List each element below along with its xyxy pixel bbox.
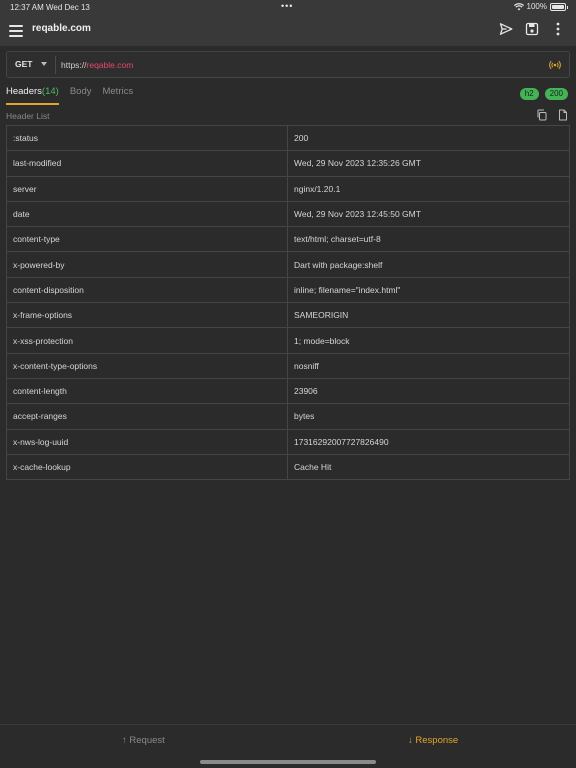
tab-headers[interactable]: Headers(14) — [6, 86, 59, 105]
menu-icon[interactable] — [9, 22, 23, 38]
header-list-title: Header List — [6, 111, 50, 121]
app-bar-actions — [498, 21, 566, 37]
status-badges: h2 200 — [519, 88, 568, 100]
table-row[interactable]: date Wed, 29 Nov 2023 12:45:50 GMT — [7, 201, 569, 228]
table-row[interactable]: x-frame-options SAMEORIGIN — [7, 303, 569, 329]
header-value: 17316292007727826490 — [294, 436, 389, 447]
request-tab[interactable]: ↑ Request — [122, 735, 165, 746]
header-key: x-content-type-options — [7, 353, 288, 378]
header-table: :status 200 last-modified Wed, 29 Nov 2023 … — [6, 125, 570, 481]
header-value: nginx/1.20.1 — [294, 183, 341, 194]
header-key: x-xss-protection — [7, 328, 288, 353]
tab-body-label: Body — [69, 86, 92, 97]
header-key: :status — [7, 126, 288, 151]
table-row[interactable]: content-length 23906 — [7, 378, 569, 405]
header-key: content-length — [7, 378, 288, 404]
url-bar: GET https://reqable.com — [6, 51, 570, 78]
file-icon[interactable] — [557, 109, 569, 121]
header-key: x-powered-by — [7, 252, 288, 277]
header-value: text/html; charset=utf-8 — [294, 234, 381, 245]
table-row[interactable]: :status 200 — [7, 126, 569, 152]
header-key: x-frame-options — [7, 303, 288, 328]
url-scheme: https:// — [61, 60, 87, 70]
header-value: bytes — [294, 411, 315, 422]
header-value: 23906 — [294, 386, 318, 397]
copy-icon[interactable] — [536, 109, 548, 121]
header-key: server — [7, 176, 288, 201]
battery-icon — [550, 2, 568, 11]
header-key: accept-ranges — [7, 404, 288, 429]
table-row[interactable]: server nginx/1.20.1 — [7, 176, 569, 202]
tab-headers-label: Headers — [6, 86, 42, 97]
header-key: last-modified — [7, 151, 288, 176]
app-bar: reqable.com — [0, 14, 576, 46]
multitasking-dots[interactable]: ••• — [281, 1, 293, 11]
header-key: date — [7, 201, 288, 227]
status-right: 100% — [513, 2, 568, 11]
page-title: reqable.com — [32, 23, 91, 34]
wifi-icon — [513, 2, 524, 10]
battery-percent: 100% — [526, 2, 547, 11]
table-row[interactable]: x-xss-protection 1; mode=block — [7, 328, 569, 354]
tab-body[interactable]: Body — [70, 86, 92, 104]
method-select[interactable]: GET — [15, 59, 48, 69]
tab-headers-count: (14) — [41, 86, 59, 97]
header-value: 200 — [294, 133, 309, 144]
websocket-signal-icon[interactable] — [549, 59, 561, 71]
url-input[interactable]: https://reqable.com — [61, 60, 133, 70]
header-key: x-nws-log-uuid — [7, 429, 288, 454]
header-list-actions — [536, 109, 569, 121]
table-row[interactable]: x-content-type-options nosniff — [7, 353, 569, 379]
header-value: Cache Hit — [294, 462, 332, 472]
send-icon[interactable] — [498, 21, 514, 37]
status-badge: 200 — [544, 88, 568, 100]
header-key: content-disposition — [7, 277, 288, 303]
table-row[interactable]: x-powered-by Dart with package:shelf — [7, 252, 569, 278]
tab-metrics[interactable]: Metrics — [102, 86, 133, 104]
protocol-badge: h2 — [519, 88, 539, 100]
table-row[interactable]: accept-ranges bytes — [7, 404, 569, 430]
response-tabs: Headers(14) Body Metrics — [6, 86, 144, 105]
home-indicator[interactable] — [200, 760, 376, 764]
table-row[interactable]: content-type text/html; charset=utf-8 — [7, 227, 569, 253]
status-date: Wed Dec 13 — [46, 3, 90, 12]
header-key: x-cache-lookup — [7, 454, 288, 480]
bottom-tabs: ↑ Request ↓ Response — [0, 735, 576, 749]
table-row[interactable]: last-modified Wed, 29 Nov 2023 12:35:26 G… — [7, 151, 569, 177]
tab-metrics-label: Metrics — [102, 86, 134, 97]
table-row[interactable]: content-disposition inline; filename="ind… — [7, 277, 569, 304]
method-label: GET — [15, 59, 33, 69]
url-host: reqable.com — [86, 60, 134, 70]
header-value: Dart with package:shelf — [294, 259, 383, 270]
divider — [55, 56, 56, 74]
header-value: Wed, 29 Nov 2023 12:35:26 GMT — [294, 158, 421, 169]
header-key: content-type — [7, 227, 288, 252]
header-value: nosniff — [294, 360, 319, 371]
header-value: Wed, 29 Nov 2023 12:45:50 GMT — [294, 209, 421, 220]
header-value: 1; mode=block — [294, 335, 350, 346]
divider — [0, 724, 576, 725]
more-vertical-icon[interactable] — [550, 21, 566, 37]
header-value: inline; filename="index.html" — [294, 284, 401, 295]
status-bar: 12:37 AM Wed Dec 13 ••• 100% — [0, 0, 576, 14]
table-row[interactable]: x-nws-log-uuid 17316292007727826490 — [7, 429, 569, 455]
chevron-down-icon — [41, 62, 48, 66]
response-tab[interactable]: ↓ Response — [408, 735, 458, 746]
table-row[interactable]: x-cache-lookup Cache Hit — [7, 454, 569, 481]
header-value: SAMEORIGIN — [294, 310, 349, 321]
status-time: 12:37 AM — [10, 3, 44, 12]
save-icon[interactable] — [524, 21, 540, 37]
